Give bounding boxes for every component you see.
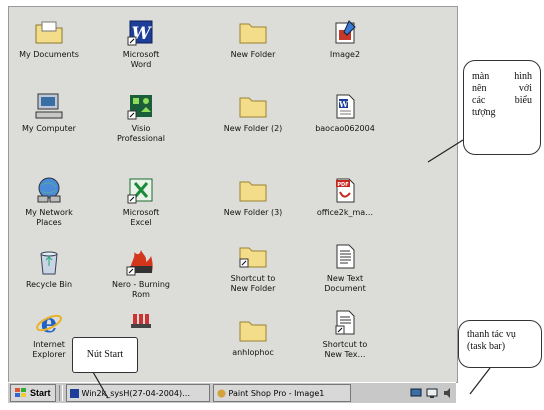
icon-label: baocao062004 [315, 124, 375, 133]
icon-label: My Network Places [25, 208, 73, 227]
taskbar-callout-pointer [469, 367, 491, 395]
internet-explorer-icon: e [33, 307, 65, 337]
start-button[interactable]: Start [10, 384, 56, 402]
folder-icon [237, 315, 269, 345]
desktop-icon-my-documents[interactable]: My Documents [11, 17, 87, 60]
svg-text:W: W [338, 99, 349, 109]
taskbar-callout: thanh tác vụ (task bar) [458, 320, 542, 368]
text-shortcut-icon [329, 307, 361, 337]
icon-label: Microsoft Word [122, 50, 160, 69]
task-label: Paint Shop Pro - Image1 [228, 388, 325, 398]
callout-line: (task bar) [467, 341, 506, 352]
monitor-tray-icon[interactable] [426, 387, 438, 399]
word-document-icon: W [329, 91, 361, 121]
paint-shop-pro-icon [217, 389, 226, 397]
nero-icon [125, 247, 157, 277]
icon-label: anhlophoc [232, 348, 274, 357]
recycle-bin-icon [33, 247, 65, 277]
folder-icon [237, 175, 269, 205]
desktop-icon-baocao062004[interactable]: W baocao062004 [307, 91, 383, 134]
icon-label: Microsoft Excel [122, 208, 160, 227]
desktop-icon-nero-burning-rom[interactable]: Nero - Burning Rom [103, 247, 179, 300]
desktop-icon-new-folder[interactable]: New Folder [215, 17, 291, 60]
desktop-icon-image2[interactable]: Image2 [307, 17, 383, 60]
icon-label: New Folder (3) [223, 208, 283, 217]
system-tray [410, 385, 454, 401]
desktop-icon-office2k-ma[interactable]: PDF office2k_ma… [307, 175, 383, 218]
icon-label: Internet Explorer [32, 340, 66, 359]
network-tray-icon[interactable] [410, 387, 422, 399]
icon-label: office2k_ma… [316, 208, 374, 217]
icon-label: Visio Professional [116, 124, 166, 143]
callout-line: màn hình [472, 71, 532, 82]
icon-label: Image2 [329, 50, 361, 59]
icon-label: My Documents [19, 50, 79, 59]
desktop-icon-new-folder-2[interactable]: New Folder (2) [215, 91, 291, 134]
network-icon [33, 175, 65, 205]
desktop-icon-microsoft-excel[interactable]: Microsoft Excel [103, 175, 179, 228]
icon-label: My Computer [22, 124, 76, 133]
icon-label: Shortcut to New Tex… [322, 340, 368, 359]
callout-line: tượng [472, 107, 496, 118]
callout-line: thanh tác vụ [467, 329, 516, 340]
svg-text:PDF: PDF [337, 182, 348, 188]
desktop-icon-anhlophoc[interactable]: anhlophoc [215, 315, 291, 358]
taskbar-separator [58, 385, 63, 401]
text-document-icon [329, 241, 361, 271]
folder-icon [237, 17, 269, 47]
desktop: My Documents My Computer My Network Place… [8, 6, 458, 383]
callout-text: Nút Start [86, 349, 124, 360]
icon-label: Recycle Bin [25, 280, 73, 289]
volume-tray-icon[interactable] [442, 387, 454, 399]
taskbar: Start Win2k_sysH(27-04-2004)… Paint Shop… [8, 382, 456, 403]
word-icon: W [125, 17, 157, 47]
desktop-icon-shortcut-to-new-text[interactable]: Shortcut to New Tex… [307, 307, 383, 360]
app-icon [125, 307, 157, 337]
callout-line: các biểu [472, 95, 532, 106]
start-callout: Nút Start [72, 337, 138, 373]
task-label: Win2k_sysH(27-04-2004)… [81, 388, 191, 398]
excel-icon [125, 175, 157, 205]
desktop-callout: màn hình nên với các biểu tượng [463, 60, 541, 155]
icon-label: Shortcut to New Folder [230, 274, 276, 293]
word-icon [69, 388, 79, 398]
folder-documents-icon [33, 17, 65, 47]
folder-shortcut-icon [237, 241, 269, 271]
icon-label: New Text Document [324, 274, 366, 293]
desktop-icon-new-folder-3[interactable]: New Folder (3) [215, 175, 291, 218]
desktop-icon-recycle-bin[interactable]: Recycle Bin [11, 247, 87, 290]
icon-label: Nero - Burning Rom [111, 280, 171, 299]
start-label: Start [30, 388, 51, 398]
desktop-icon-app[interactable] [103, 307, 179, 340]
desktop-icon-shortcut-to-new-folder[interactable]: Shortcut to New Folder [215, 241, 291, 294]
windows-logo-icon [15, 388, 26, 397]
visio-icon [125, 91, 157, 121]
folder-icon [237, 91, 269, 121]
desktop-icon-my-network-places[interactable]: My Network Places [11, 175, 87, 228]
icon-label: New Folder [230, 50, 276, 59]
icon-label: New Folder (2) [223, 124, 283, 133]
taskbar-task-paint-shop-pro[interactable]: Paint Shop Pro - Image1 [212, 384, 351, 402]
desktop-icon-visio-professional[interactable]: Visio Professional [103, 91, 179, 144]
computer-icon [33, 91, 65, 121]
desktop-icon-microsoft-word[interactable]: W Microsoft Word [103, 17, 179, 70]
svg-text:e: e [41, 309, 58, 336]
pdf-icon: PDF [329, 175, 361, 205]
desktop-icon-new-text-document[interactable]: New Text Document [307, 241, 383, 294]
callout-line: nên với [472, 83, 532, 94]
paint-icon [329, 17, 361, 47]
desktop-icon-my-computer[interactable]: My Computer [11, 91, 87, 134]
taskbar-task-word[interactable]: Win2k_sysH(27-04-2004)… [65, 384, 210, 402]
